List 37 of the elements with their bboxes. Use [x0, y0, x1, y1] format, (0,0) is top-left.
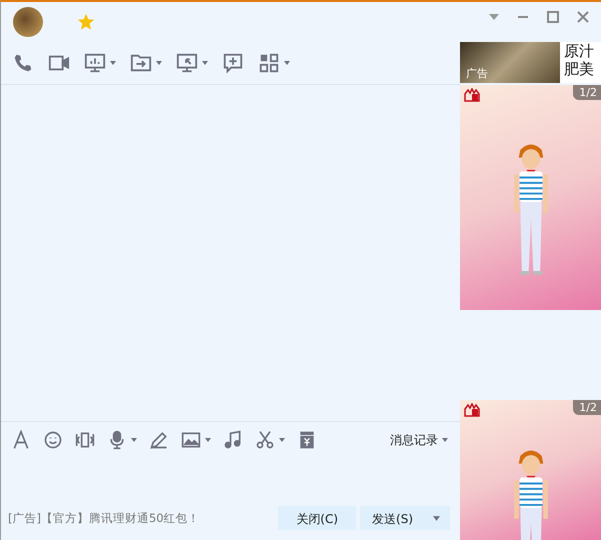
crown-icon[interactable] [464, 403, 480, 417]
maximize-icon[interactable] [547, 11, 559, 23]
scissors-icon[interactable] [255, 430, 275, 450]
caret-icon[interactable] [284, 61, 290, 65]
phone-icon[interactable] [12, 52, 34, 74]
caret-icon[interactable] [279, 438, 285, 442]
ad-link[interactable]: [广告]【官方】腾讯理财通50红包！ [8, 510, 200, 526]
page-badge: 1/2 [573, 400, 601, 415]
close-icon[interactable] [577, 11, 589, 23]
caret-icon[interactable] [433, 516, 440, 520]
ad-text: 肥美 [564, 60, 594, 78]
image-icon[interactable] [181, 430, 201, 450]
caret-icon[interactable] [202, 61, 208, 65]
ad-text: 原汁 [564, 42, 594, 60]
pen-icon[interactable] [149, 430, 169, 450]
chat-plus-icon[interactable] [222, 52, 244, 74]
music-icon[interactable] [223, 430, 243, 450]
avatar[interactable] [13, 7, 43, 37]
photo-placeholder[interactable]: 广告 [460, 42, 560, 83]
dropdown-icon[interactable] [489, 14, 499, 20]
caret-icon[interactable] [131, 438, 137, 442]
ad-label: 广告 [466, 66, 488, 81]
page-badge: 1/2 [573, 85, 601, 100]
apps-icon[interactable] [258, 52, 280, 74]
caret-icon[interactable] [205, 438, 211, 442]
screen-arrow-icon[interactable] [176, 52, 198, 74]
smiley-icon[interactable] [43, 430, 63, 450]
font-icon[interactable] [11, 430, 31, 450]
screen-chart-icon[interactable] [84, 52, 106, 74]
caret-icon[interactable] [110, 61, 116, 65]
folder-arrow-icon[interactable] [130, 52, 152, 74]
shake-icon[interactable] [75, 430, 95, 450]
star-icon[interactable] [77, 13, 95, 31]
caret-icon[interactable] [442, 438, 448, 442]
crown-icon[interactable] [464, 88, 480, 102]
caret-icon[interactable] [156, 61, 162, 65]
message-history-button[interactable]: 消息记录 [390, 432, 438, 448]
